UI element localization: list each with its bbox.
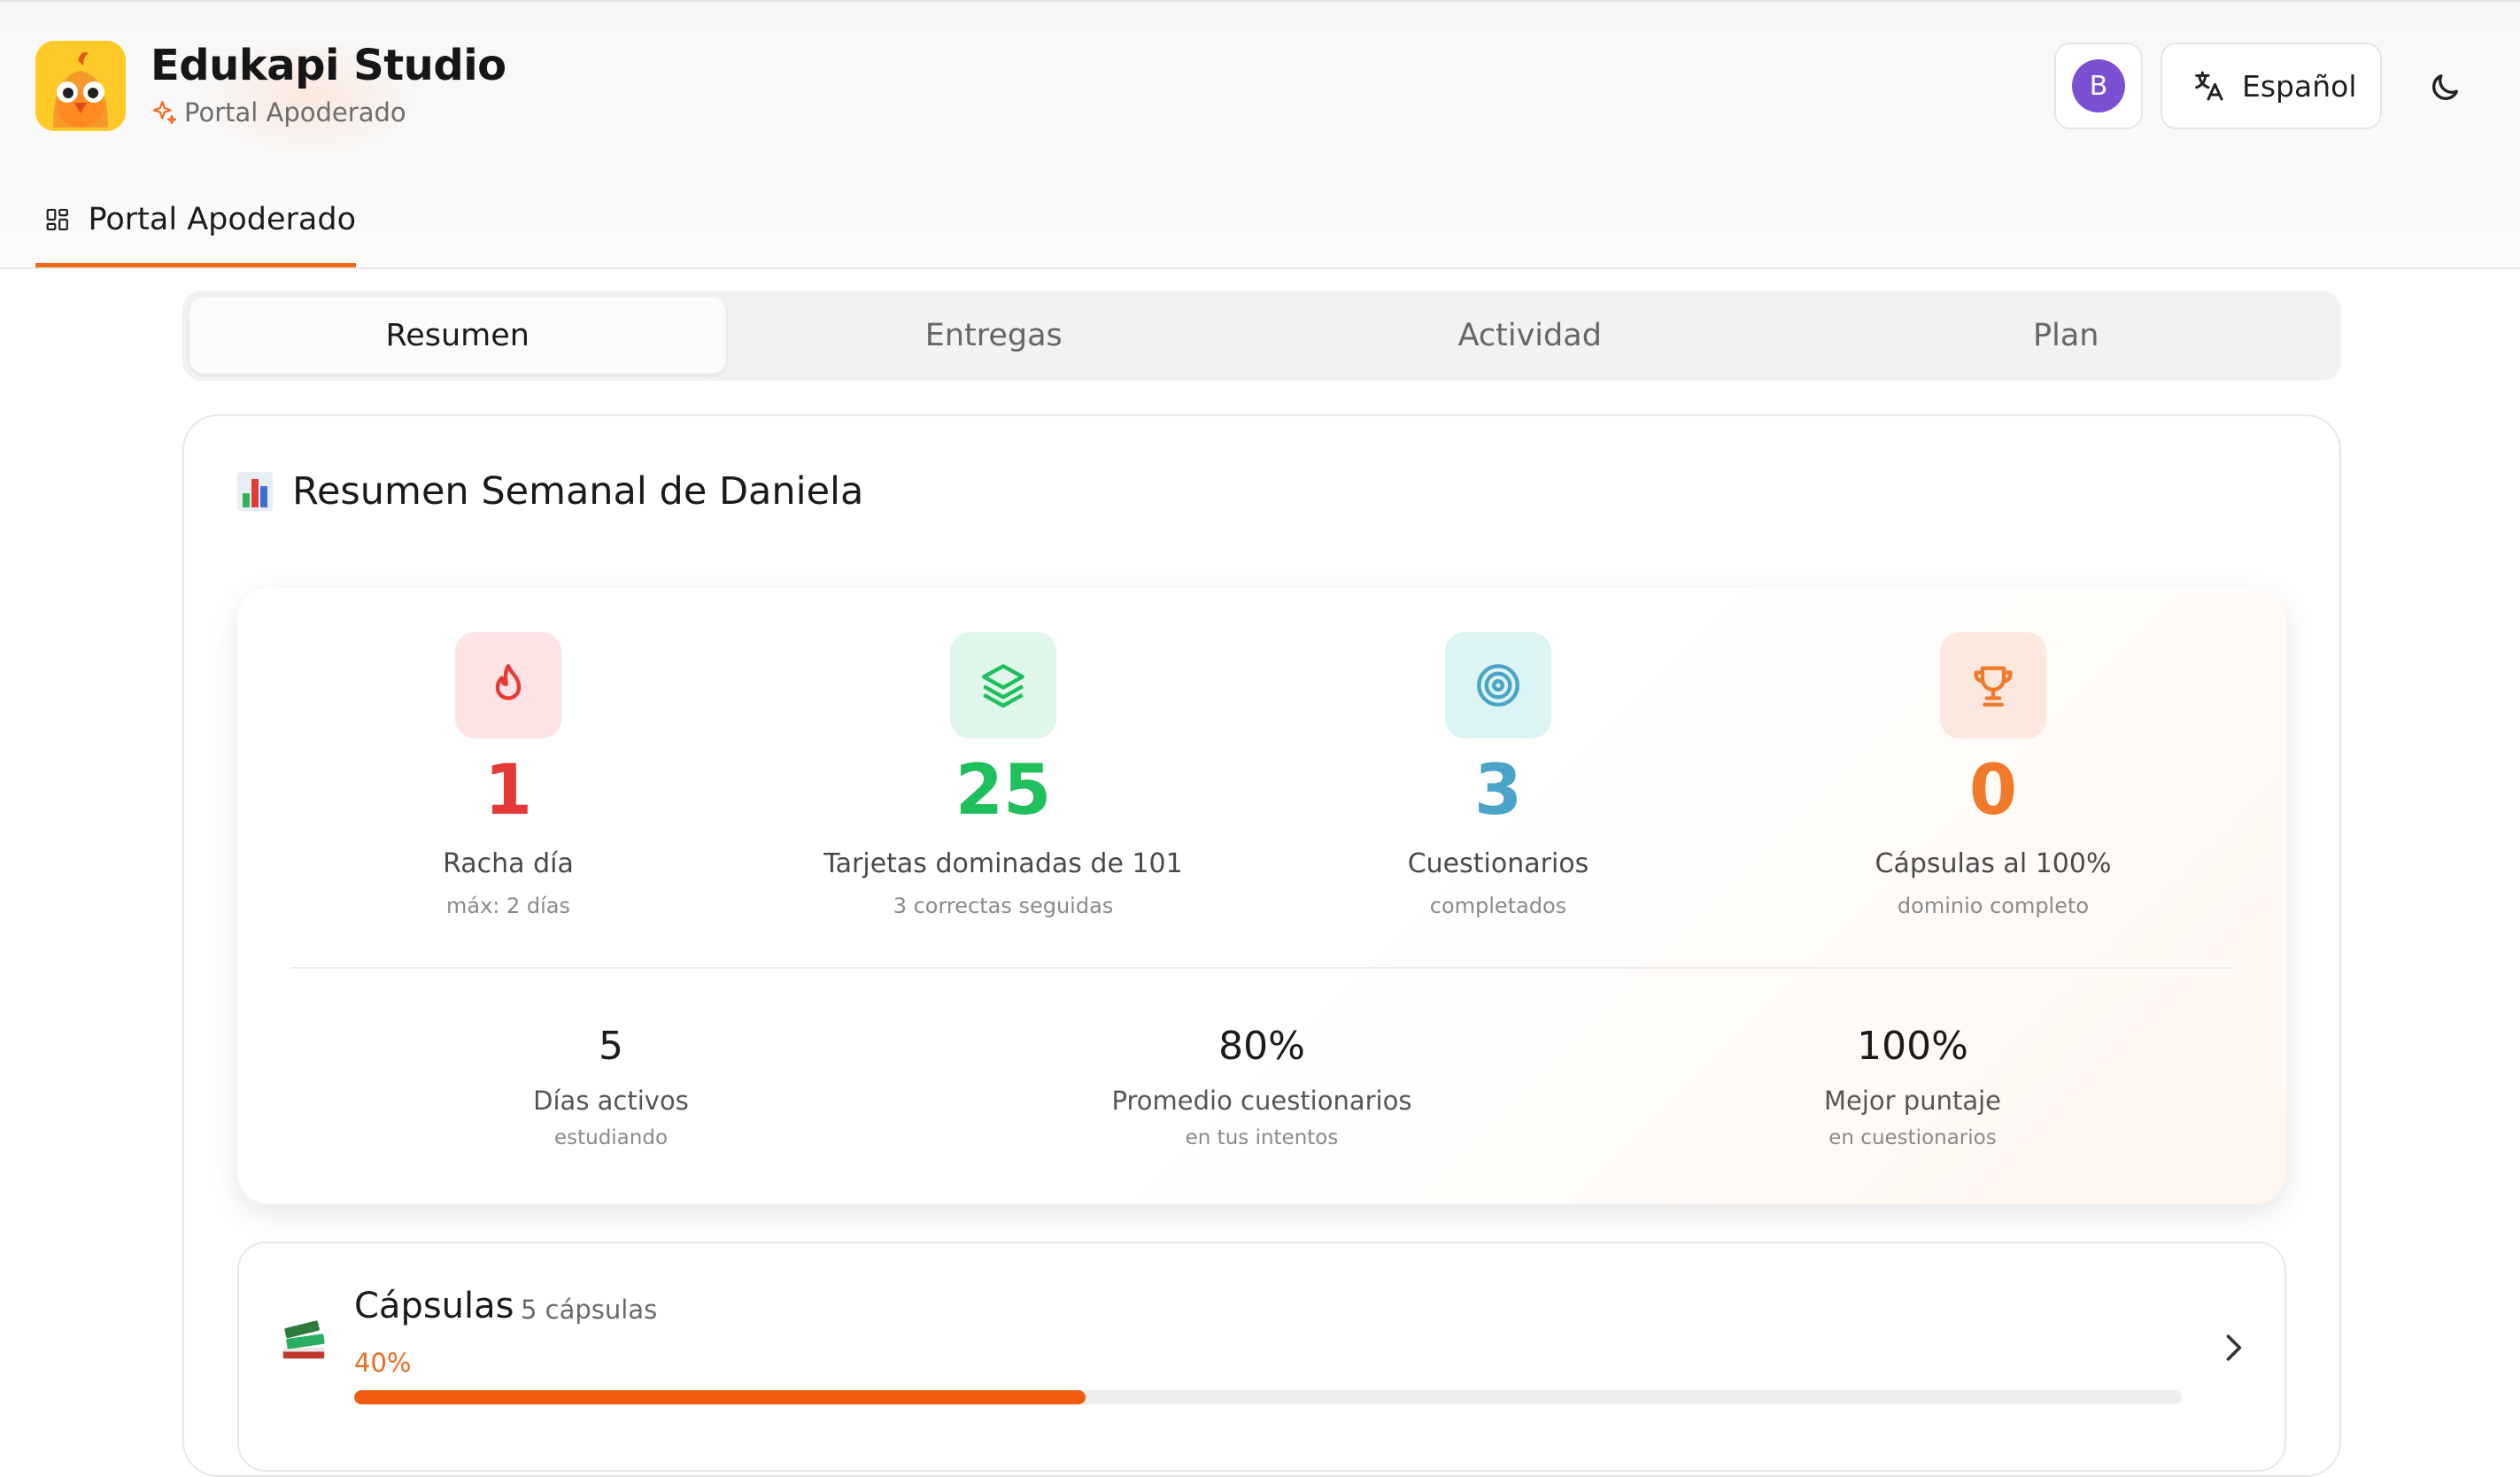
app-logo bbox=[35, 41, 126, 131]
stat-label: Cuestionarios bbox=[1407, 848, 1589, 879]
capsules-progress-label: 40% bbox=[354, 1348, 412, 1378]
metric-value: 100% bbox=[1857, 1024, 1968, 1069]
nav-tab-label: Portal Apoderado bbox=[88, 201, 356, 237]
tab-entregas[interactable]: Entregas bbox=[726, 298, 1263, 374]
stats-card: 1 Racha día máx: 2 días 25 Tarjetas domi… bbox=[237, 588, 2286, 1204]
stat-label: Tarjetas dominadas de 101 bbox=[823, 848, 1183, 879]
stat-value: 3 bbox=[1473, 751, 1523, 831]
tab-actividad[interactable]: Actividad bbox=[1262, 298, 1798, 374]
metric-value: 5 bbox=[599, 1024, 623, 1069]
metric-value: 80% bbox=[1218, 1024, 1305, 1069]
stat-icon-box bbox=[455, 632, 561, 738]
trophy-icon bbox=[1974, 666, 2013, 707]
metric-active-days: 5 Días activos estudiando bbox=[363, 1024, 859, 1150]
avatar: B bbox=[2072, 59, 2125, 112]
language-label: Español bbox=[2242, 68, 2357, 104]
metric-label: Promedio cuestionarios bbox=[1111, 1086, 1412, 1116]
stat-quizzes: 3 Cuestionarios completados bbox=[1250, 632, 1746, 918]
flame-icon bbox=[495, 664, 522, 700]
stat-sub: completados bbox=[1429, 893, 1567, 918]
app-title: Edukapi Studio bbox=[151, 41, 506, 90]
stat-icon-box bbox=[1445, 632, 1551, 738]
app-subtitle: Portal Apoderado bbox=[151, 97, 406, 128]
divider bbox=[290, 967, 2233, 969]
stat-value: 1 bbox=[483, 751, 533, 831]
metric-sub: en tus intentos bbox=[1185, 1126, 1339, 1149]
metric-label: Mejor puntaje bbox=[1823, 1086, 2001, 1116]
stat-sub: 3 correctas seguidas bbox=[893, 893, 1114, 918]
dashboard-grid-icon bbox=[46, 208, 68, 230]
stat-sub: máx: 2 días bbox=[445, 893, 570, 918]
stat-cards-mastered: 25 Tarjetas dominadas de 101 3 correctas… bbox=[755, 632, 1251, 918]
metric-sub: estudiando bbox=[553, 1126, 669, 1149]
nav-tab-portal-apoderado[interactable]: Portal Apoderado bbox=[35, 175, 356, 267]
stat-streak: 1 Racha día máx: 2 días bbox=[260, 632, 756, 918]
chevron-right-icon[interactable] bbox=[2214, 1328, 2253, 1367]
app-subtitle-text: Portal Apoderado bbox=[184, 97, 406, 128]
stat-icon-box bbox=[950, 632, 1056, 738]
stat-sub: dominio completo bbox=[1897, 893, 2090, 918]
moon-icon bbox=[2432, 74, 2458, 100]
metric-label: Días activos bbox=[533, 1086, 689, 1116]
tab-plan[interactable]: Plan bbox=[1798, 298, 2335, 374]
capsules-progress-fill bbox=[354, 1390, 1086, 1404]
capsules-card[interactable]: Cápsulas 5 cápsulas 40% bbox=[237, 1241, 2286, 1472]
metric-sub: en cuestionarios bbox=[1828, 1126, 1997, 1149]
books-icon bbox=[282, 1320, 325, 1359]
user-menu-button[interactable]: B bbox=[2054, 43, 2143, 129]
stat-icon-box bbox=[1940, 632, 2046, 738]
layers-icon bbox=[982, 664, 1024, 708]
summary-header: Resumen Semanal de Daniela bbox=[237, 469, 863, 514]
summary-title: Resumen Semanal de Daniela bbox=[292, 469, 864, 514]
metric-quiz-average: 80% Promedio cuestionarios en tus intent… bbox=[1014, 1024, 1510, 1150]
sparkles-icon bbox=[152, 100, 177, 125]
top-header: Edukapi Studio Portal Apoderado B Españo… bbox=[0, 0, 2520, 269]
theme-toggle-button[interactable] bbox=[2417, 60, 2472, 115]
stat-capsules-complete: 0 Cápsulas al 100% dominio completo bbox=[1745, 632, 2241, 918]
stat-label: Racha día bbox=[443, 848, 574, 879]
capsules-count: 5 cápsulas bbox=[521, 1295, 658, 1325]
tab-resumen[interactable]: Resumen bbox=[189, 298, 726, 374]
section-tabs: Resumen Entregas Actividad Plan bbox=[182, 290, 2341, 381]
bar-chart-icon bbox=[237, 472, 273, 511]
stat-label: Cápsulas al 100% bbox=[1875, 848, 2112, 879]
stat-value: 25 bbox=[955, 751, 1052, 831]
stat-value: 0 bbox=[1968, 751, 2018, 831]
target-icon bbox=[1477, 664, 1519, 707]
language-selector-button[interactable]: Español bbox=[2161, 43, 2382, 129]
capsules-progress-bar bbox=[354, 1390, 2182, 1404]
translate-icon bbox=[2195, 71, 2223, 101]
metric-best-score: 100% Mejor puntaje en cuestionarios bbox=[1665, 1024, 2161, 1150]
capsules-title: Cápsulas bbox=[354, 1286, 514, 1326]
